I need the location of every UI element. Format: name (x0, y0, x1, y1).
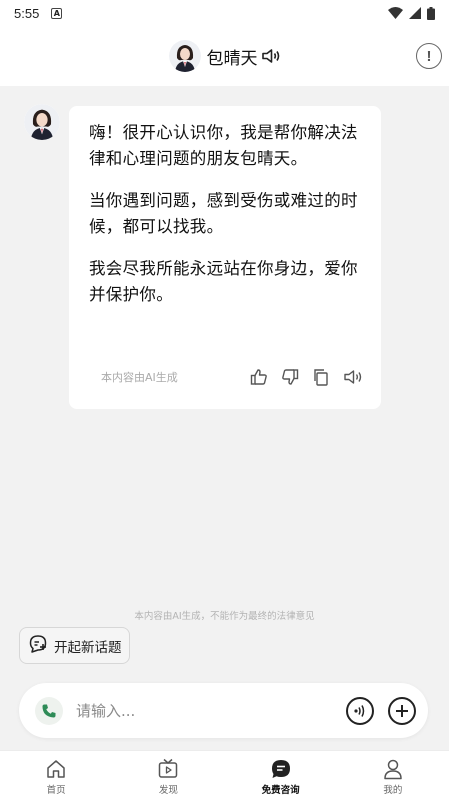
status-icons (388, 6, 435, 20)
tab-free-consult[interactable]: 免费咨询 (225, 751, 337, 800)
tab-discover[interactable]: 发现 (112, 751, 224, 800)
message-input-bar: 请输入... (19, 683, 428, 738)
status-time: 5:55 (14, 5, 40, 21)
ai-generated-note: 本内容由AI生成 (101, 371, 178, 384)
tab-label: 发现 (158, 785, 178, 796)
bottom-tab-bar: 首页 发现 免费咨询 我的 (0, 750, 449, 800)
speaker-icon[interactable] (261, 48, 281, 64)
new-topic-button[interactable]: 开起新话题 (19, 627, 130, 664)
header-title: 包晴天 (206, 48, 258, 69)
voice-call-button[interactable] (346, 696, 374, 725)
status-bar: 5:55 A (0, 0, 449, 26)
battery-icon (427, 6, 435, 20)
home-icon (47, 760, 65, 778)
person-icon (384, 759, 402, 780)
new-chat-icon (28, 634, 48, 658)
signal-icon (409, 7, 421, 19)
tab-mine[interactable]: 我的 (337, 751, 449, 800)
bot-avatar (24, 104, 60, 140)
tab-label: 免费咨询 (261, 785, 300, 796)
chat-icon (271, 760, 290, 778)
header-avatar (168, 40, 201, 72)
bot-message-bubble: 嗨！很开心认识你，我是帮你解决法律和心理问题的朋友包晴天。 当你遇到问题，感到受… (69, 106, 381, 409)
legal-disclaimer: 本内容由AI生成，不能作为最终的法律意见 (134, 611, 315, 622)
chat-area: 嗨！很开心认识你，我是帮你解决法律和心理问题的朋友包晴天。 当你遇到问题，感到受… (0, 86, 449, 750)
tab-home[interactable]: 首页 (0, 751, 112, 800)
message-paragraph: 当你遇到问题，感到受伤或难过的时候，都可以找我。 (89, 191, 358, 236)
tv-icon (159, 758, 178, 778)
phone-icon[interactable] (35, 696, 63, 725)
new-topic-label: 开起新话题 (54, 639, 122, 656)
info-button[interactable]: ! (416, 43, 442, 69)
add-button[interactable] (388, 696, 416, 725)
wifi-icon (388, 7, 403, 19)
thumbs-up-icon[interactable] (250, 368, 268, 386)
copy-icon[interactable] (312, 368, 330, 386)
message-paragraph: 我会尽我所能永远站在你身边，爱你并保护你。 (89, 259, 358, 304)
message-input[interactable]: 请输入... (76, 700, 332, 721)
thumbs-down-icon[interactable] (281, 368, 299, 386)
chat-header: 包晴天 ! (0, 26, 449, 86)
message-actions (250, 368, 363, 386)
notification-icon: A (51, 7, 63, 19)
speaker-icon[interactable] (343, 369, 363, 385)
tab-label: 我的 (383, 785, 403, 796)
message-footer: 本内容由AI生成 (101, 368, 363, 386)
message-paragraph: 嗨！很开心认识你，我是帮你解决法律和心理问题的朋友包晴天。 (89, 123, 358, 168)
tab-label: 首页 (46, 785, 66, 796)
